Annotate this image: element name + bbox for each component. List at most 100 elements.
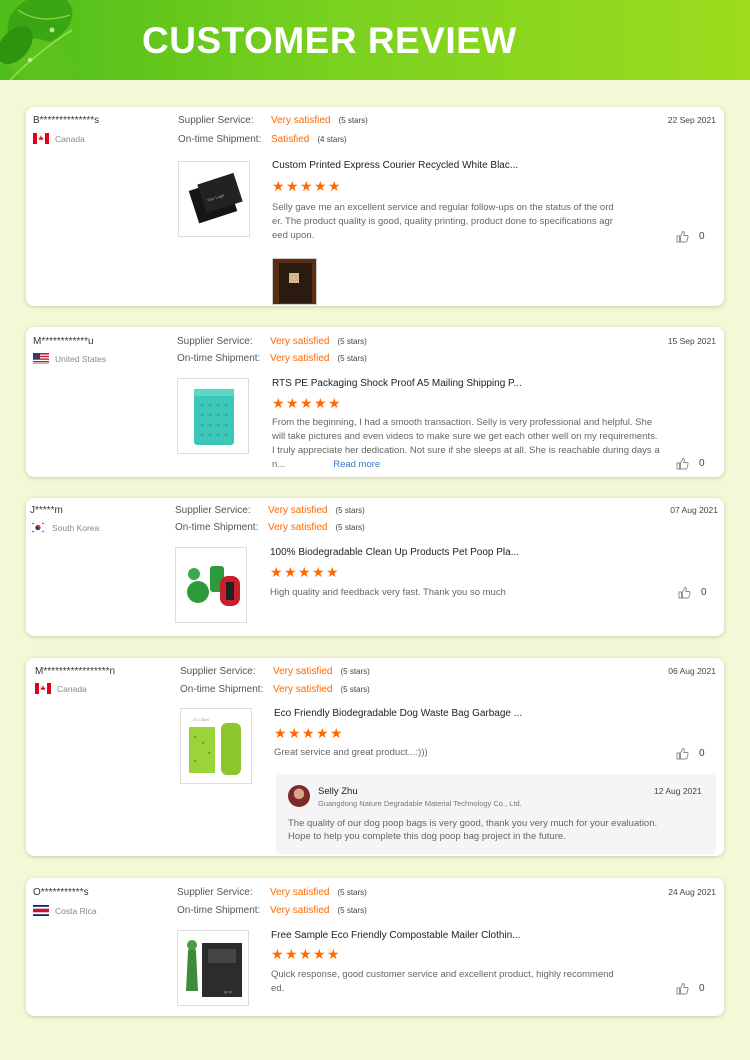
product-title-link[interactable]: Eco Friendly Biodegradable Dog Waste Bag… <box>274 708 522 719</box>
usa-flag-icon <box>33 353 49 364</box>
supplier-service-rating: Supplier Service: Very satisfied (5 star… <box>175 505 365 516</box>
like-button[interactable]: 0 <box>676 982 705 995</box>
korea-flag-icon <box>29 521 47 534</box>
supplier-service-label: Supplier Service: <box>178 115 254 126</box>
star-icon: ★ <box>299 946 312 962</box>
supplier-service-label: Supplier Service: <box>177 887 253 898</box>
reply-text-line: Hope to help you complete this dog poop … <box>288 831 566 842</box>
thumbs-up-icon <box>676 231 689 243</box>
star-icon: ★ <box>285 946 298 962</box>
product-title-link[interactable]: Free Sample Eco Friendly Compostable Mai… <box>271 930 521 941</box>
review-text: Great service and great product...:))) <box>274 746 636 760</box>
star-icon: ★ <box>288 725 301 741</box>
supplier-service-label: Supplier Service: <box>180 666 256 677</box>
supplier-rating-stars: (5 stars) <box>338 116 368 125</box>
star-icon: ★ <box>284 564 297 580</box>
supplier-rating-stars: (5 stars) <box>340 667 370 676</box>
review-text-line: eed upon. <box>272 230 315 241</box>
country-name: Costa Rica <box>55 905 97 916</box>
shipment-rating-value: Very satisfied <box>270 905 330 916</box>
canada-flag-icon <box>35 683 51 694</box>
product-thumbnail[interactable]: gpqx <box>177 930 249 1006</box>
review-text-line: Quick response, good customer service an… <box>271 969 614 980</box>
read-more-link[interactable]: Read more <box>333 459 380 470</box>
star-icon: ★ <box>286 395 299 411</box>
review-text-line: Selly gave me an excellent service and r… <box>272 202 614 213</box>
reviewer-country: Canada <box>33 133 85 144</box>
canada-flag-icon <box>33 133 49 144</box>
like-count: 0 <box>699 983 705 994</box>
shipment-rating-value: Very satisfied <box>268 522 328 533</box>
avatar <box>288 785 310 807</box>
like-button[interactable]: 0 <box>676 457 705 470</box>
review-text-line: Great service and great product...:))) <box>274 747 428 758</box>
like-button[interactable]: 0 <box>676 747 705 760</box>
shipment-rating-value: Very satisfied <box>273 684 333 695</box>
supplier-rating-value: Very satisfied <box>268 505 328 516</box>
star-icon: ★ <box>271 946 284 962</box>
header-banner: CUSTOMER REVIEW <box>0 0 750 80</box>
like-count: 0 <box>699 458 705 469</box>
star-icon: ★ <box>328 395 341 411</box>
supplier-rating-value: Very satisfied <box>270 336 330 347</box>
supplier-reply: Selly Zhu Guangdong Nature Degradable Ma… <box>276 774 716 854</box>
product-thumbnail[interactable]: Your Logo <box>178 161 250 237</box>
review-date: 22 Sep 2021 <box>667 115 716 125</box>
review-text-tail: n... <box>272 459 286 470</box>
star-icon: ★ <box>314 178 327 194</box>
product-thumbnail[interactable] <box>175 547 247 623</box>
like-button[interactable]: 0 <box>676 230 705 243</box>
review-text: High quality and feedback very fast. Tha… <box>270 586 632 600</box>
review-date: 07 Aug 2021 <box>670 505 718 515</box>
review-text-line: n... Read more <box>272 458 682 472</box>
country-name: South Korea <box>52 522 100 533</box>
supplier-service-rating: Supplier Service: Very satisfied (5 star… <box>177 887 367 898</box>
reviewer-country: Costa Rica <box>33 905 97 916</box>
review-date: 15 Sep 2021 <box>667 336 716 346</box>
product-title-link[interactable]: RTS PE Packaging Shock Proof A5 Mailing … <box>272 378 522 389</box>
review-text-line: er. The product quality is good, quality… <box>272 216 613 227</box>
supplier-rating-value: Very satisfied <box>273 666 333 677</box>
supplier-service-label: Supplier Service: <box>175 505 251 516</box>
supplier-rating-stars: (5 stars) <box>337 337 367 346</box>
shipment-rating-stars: (5 stars) <box>337 354 367 363</box>
reviewer-name: O***********s <box>33 887 89 898</box>
ontime-shipment-rating: On-time Shipment: Very satisfied (5 star… <box>175 522 365 533</box>
star-icon: ★ <box>298 564 311 580</box>
shipment-rating-stars: (5 stars) <box>335 523 365 532</box>
review-text: Quick response, good customer service an… <box>271 968 633 996</box>
review-text-line: From the beginning, I had a smooth trans… <box>272 417 653 428</box>
like-count: 0 <box>699 748 705 759</box>
star-icon: ★ <box>330 725 343 741</box>
supplier-service-rating: Supplier Service: Very satisfied (5 star… <box>177 336 367 347</box>
ontime-shipment-label: On-time Shipment: <box>178 134 262 145</box>
review-text-line: will take pictures and even videos to ma… <box>272 431 658 442</box>
like-button[interactable]: 0 <box>678 586 707 599</box>
star-icon: ★ <box>313 946 326 962</box>
svg-text:gpqx: gpqx <box>224 989 233 994</box>
product-title-link[interactable]: 100% Biodegradable Clean Up Products Pet… <box>270 547 519 558</box>
product-thumbnail[interactable]: 23 x 33cm <box>180 708 252 784</box>
ontime-shipment-rating: On-time Shipment: Very satisfied (5 star… <box>177 905 367 916</box>
star-icon: ★ <box>314 395 327 411</box>
ontime-shipment-label: On-time Shipment: <box>175 522 259 533</box>
country-name: United States <box>55 353 107 364</box>
costa-rica-flag-icon <box>33 905 49 916</box>
star-icon: ★ <box>302 725 315 741</box>
review-date: 24 Aug 2021 <box>668 887 716 897</box>
reviewer-name: J*****m <box>30 505 63 516</box>
ontime-shipment-label: On-time Shipment: <box>180 684 264 695</box>
review-text: From the beginning, I had a smooth trans… <box>272 416 682 472</box>
page-title: CUSTOMER REVIEW <box>142 20 517 61</box>
shipment-rating-stars: (4 stars) <box>317 135 347 144</box>
shipment-rating-value: Satisfied <box>271 134 310 145</box>
reply-company-name: Guangdong Nature Degradable Material Tec… <box>318 799 522 808</box>
star-icon: ★ <box>272 395 285 411</box>
product-thumbnail[interactable] <box>177 378 249 454</box>
review-photo[interactable] <box>272 258 317 305</box>
country-name: Canada <box>55 133 85 144</box>
supplier-service-rating: Supplier Service: Very satisfied (5 star… <box>178 115 368 126</box>
product-title-link[interactable]: Custom Printed Express Courier Recycled … <box>272 160 518 171</box>
like-count: 0 <box>699 231 705 242</box>
star-icon: ★ <box>270 564 283 580</box>
